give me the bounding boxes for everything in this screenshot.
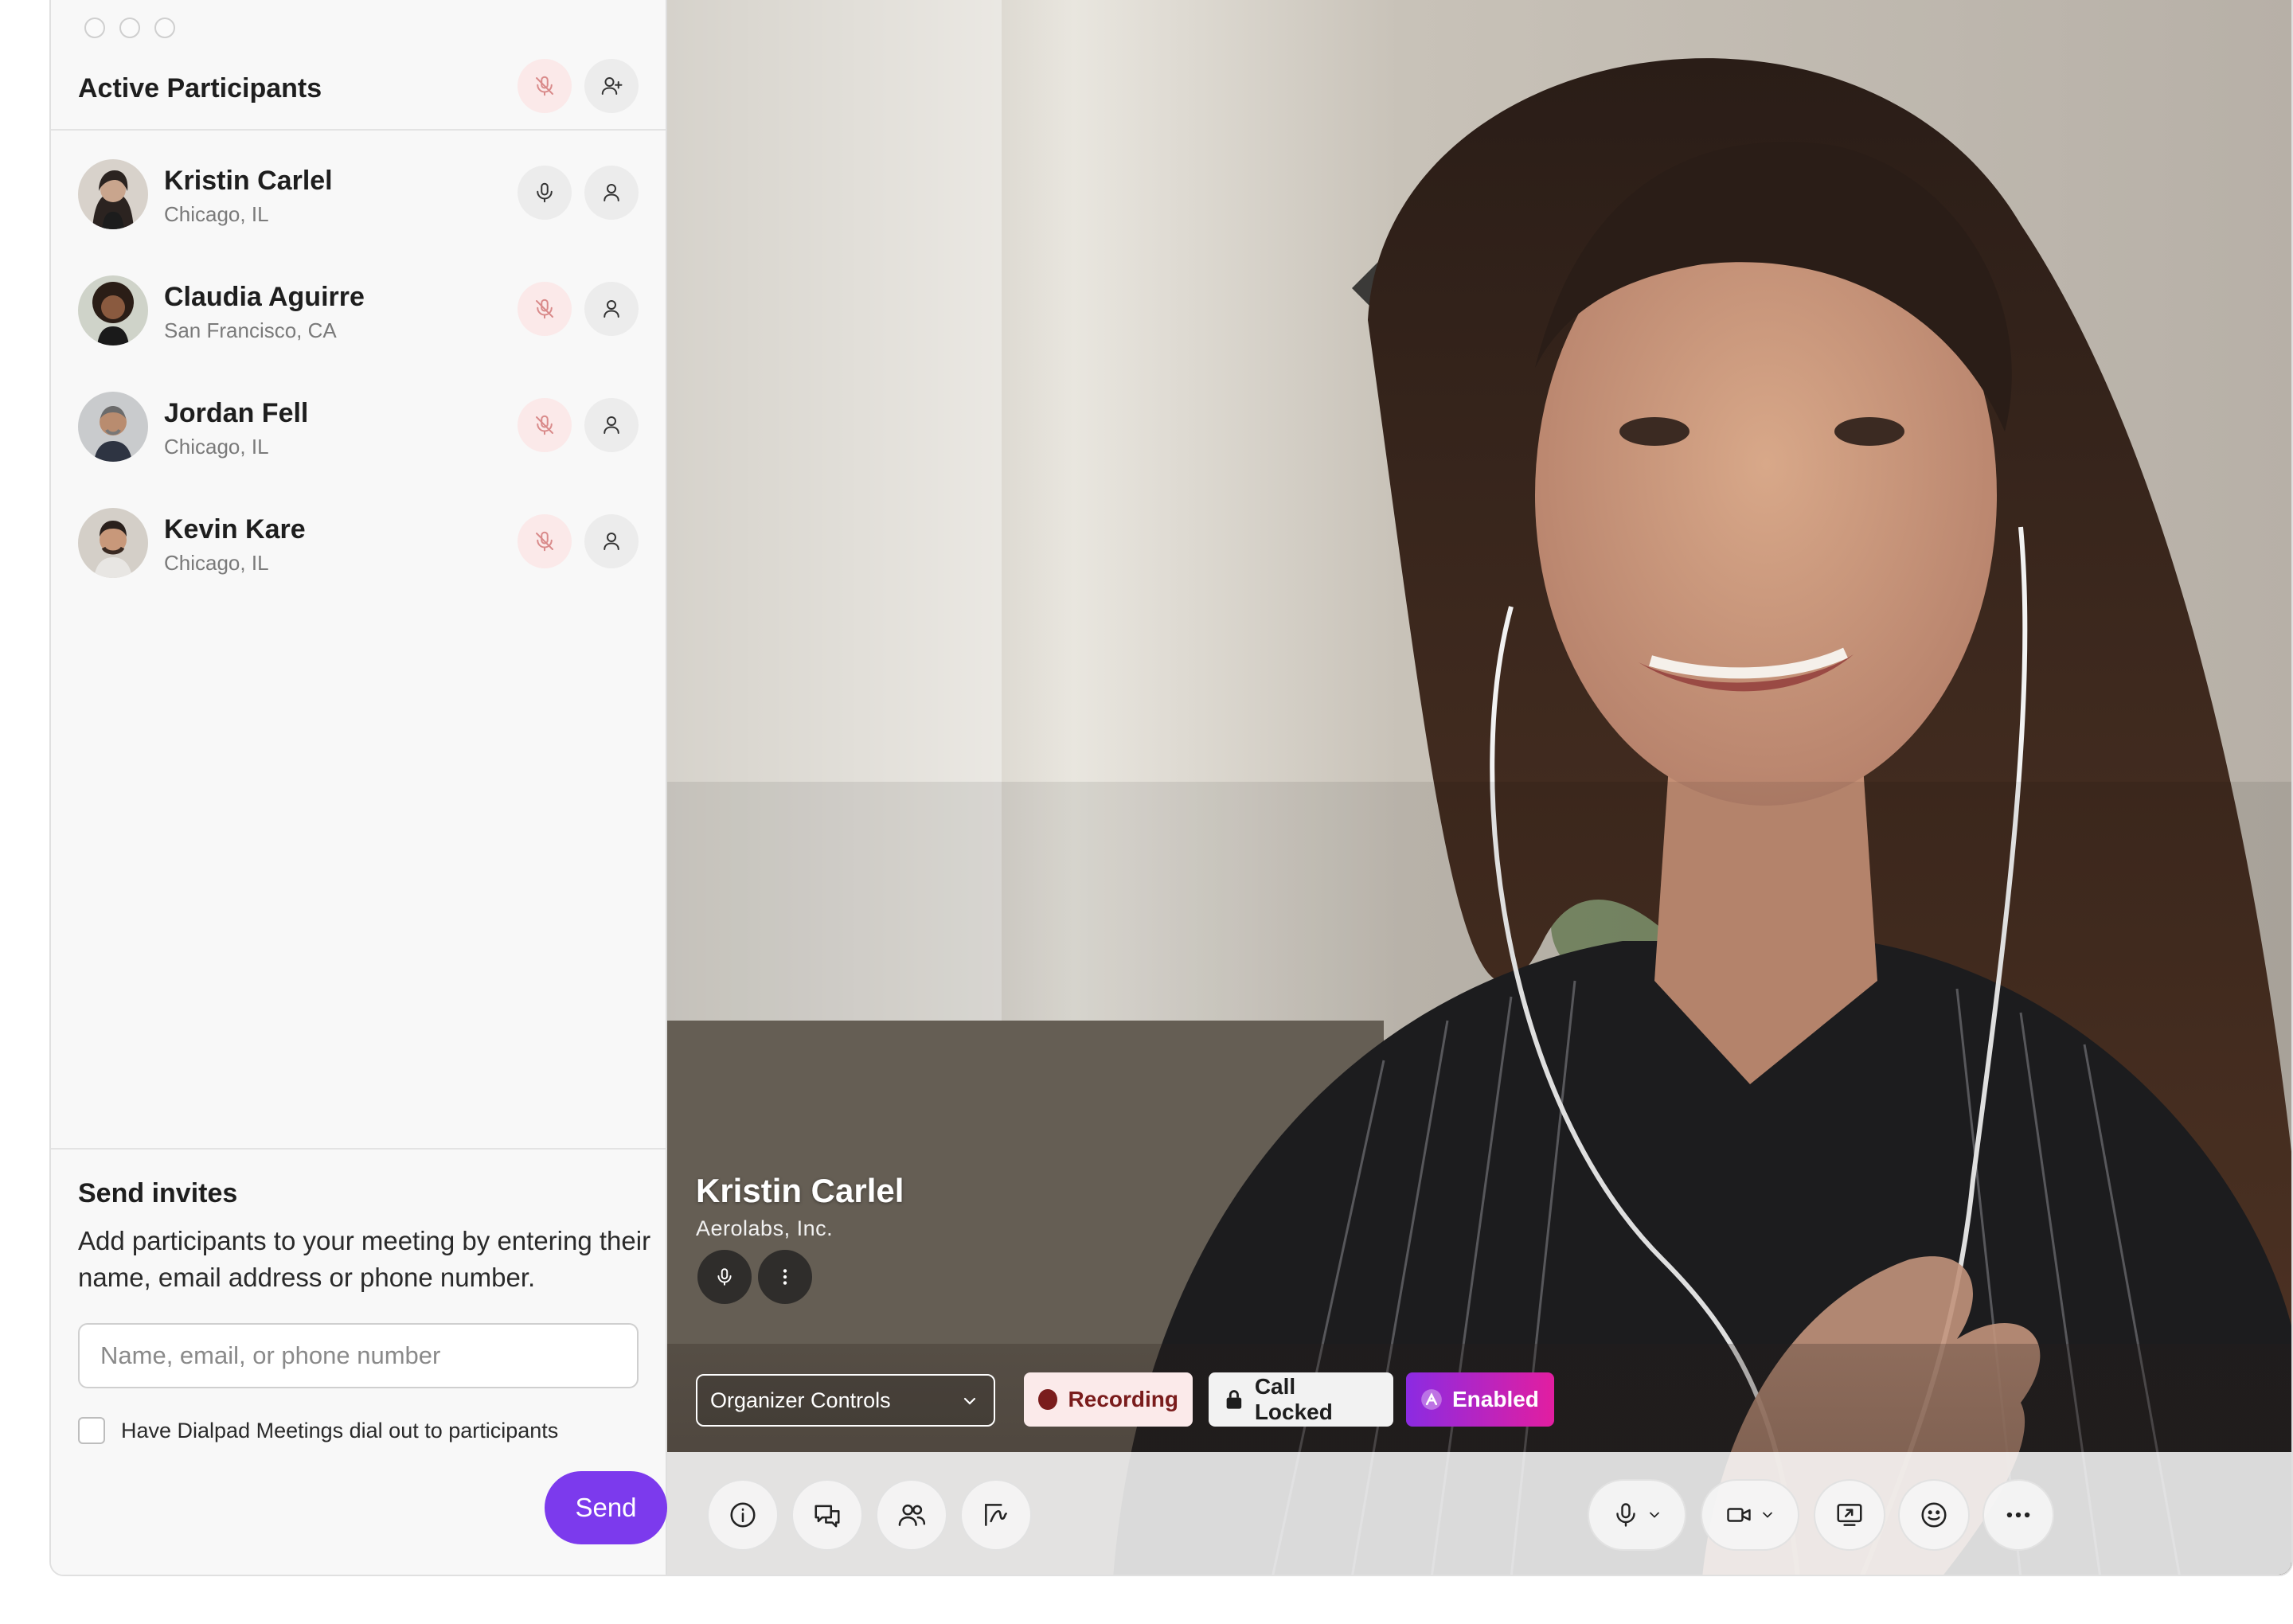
more-vertical-icon	[783, 1269, 787, 1285]
speaker-organization: Aerolabs, Inc.	[696, 1216, 834, 1240]
camera-menu-button[interactable]	[1701, 1479, 1799, 1551]
more-options-button[interactable]	[1982, 1479, 2054, 1551]
participants-icon	[898, 1504, 926, 1526]
dial-out-checkbox[interactable]	[78, 1417, 105, 1444]
more-icon	[2006, 1512, 2030, 1518]
participants-button[interactable]	[876, 1479, 947, 1551]
chat-icon	[814, 1505, 840, 1528]
mute-participant-button[interactable]	[518, 166, 572, 220]
avatar	[78, 508, 148, 578]
invites-description: Add participants to your meeting by ente…	[78, 1226, 651, 1292]
participant-profile-button[interactable]	[584, 282, 639, 336]
chevron-down-icon	[1763, 1512, 1772, 1518]
meeting-toolbar	[667, 1452, 2291, 1575]
avatar	[78, 275, 148, 345]
unmute-participant-button[interactable]	[518, 398, 572, 452]
user-icon	[604, 533, 619, 550]
invite-input[interactable]	[78, 1323, 639, 1388]
participant-row[interactable]: Jordan Fell Chicago, IL	[51, 366, 666, 482]
screen-share-icon	[1837, 1504, 1862, 1526]
chevron-down-icon	[963, 1397, 976, 1405]
speaker-mic-button[interactable]	[697, 1250, 752, 1304]
participant-row[interactable]: Kristin Carlel Chicago, IL	[51, 134, 666, 250]
microphone-off-icon	[536, 531, 553, 552]
organizer-controls-select[interactable]: Organizer Controls	[696, 1374, 995, 1427]
participant-name: Jordan Fell	[164, 398, 309, 428]
chat-button[interactable]	[791, 1479, 863, 1551]
microphone-icon	[537, 182, 553, 203]
participant-name: Kevin Kare	[164, 514, 306, 545]
microphone-menu-button[interactable]	[1588, 1479, 1686, 1551]
mute-all-button[interactable]	[518, 59, 572, 113]
window-controls	[84, 18, 175, 38]
lock-icon	[1226, 1390, 1242, 1409]
participant-name: Kristin Carlel	[164, 166, 333, 196]
emoji-icon	[1921, 1502, 1947, 1528]
participant-row[interactable]: Claudia Aguirre San Francisco, CA	[51, 250, 666, 366]
recording-dot-icon	[1038, 1389, 1057, 1410]
whiteboard-icon	[985, 1504, 1007, 1526]
microphone-off-icon	[536, 299, 553, 319]
camera-icon	[1727, 1508, 1751, 1522]
ai-enabled-badge[interactable]: Enabled	[1406, 1372, 1554, 1427]
speaker-video-frame	[667, 0, 2291, 1575]
chevron-down-icon	[1650, 1512, 1659, 1518]
info-button[interactable]	[707, 1479, 779, 1551]
dial-out-label: Have Dialpad Meetings dial out to partic…	[121, 1419, 559, 1442]
add-user-icon	[601, 77, 623, 95]
user-icon	[604, 416, 619, 434]
user-icon	[604, 184, 619, 201]
participant-location: Chicago, IL	[164, 202, 269, 226]
call-locked-label: Call Locked	[1254, 1374, 1333, 1424]
sidebar-header: Active Participants	[51, 41, 666, 131]
close-window-button[interactable]	[84, 18, 105, 38]
speaker-more-button[interactable]	[758, 1250, 812, 1304]
add-participant-button[interactable]	[584, 59, 639, 113]
recording-label: Recording	[1068, 1387, 1178, 1411]
speaker-name: Kristin Carlel	[696, 1172, 904, 1209]
screen-share-button[interactable]	[1814, 1479, 1885, 1551]
participant-name: Claudia Aguirre	[164, 282, 365, 312]
participant-profile-button[interactable]	[584, 398, 639, 452]
participants-sidebar: Active Participants Kristin Carlel Chica…	[51, 0, 667, 1575]
send-button[interactable]: Send	[545, 1471, 667, 1544]
participant-row[interactable]: Kevin Kare Chicago, IL	[51, 482, 666, 599]
unmute-participant-button[interactable]	[518, 282, 572, 336]
call-locked-badge[interactable]: Call Locked	[1209, 1372, 1393, 1427]
sidebar-title: Active Participants	[78, 73, 322, 103]
invites-title: Send invites	[78, 1178, 238, 1208]
ai-assistant-icon	[1421, 1389, 1442, 1410]
participant-location: San Francisco, CA	[164, 318, 337, 342]
microphone-icon	[1616, 1503, 1635, 1527]
participant-location: Chicago, IL	[164, 551, 269, 575]
enabled-label: Enabled	[1452, 1387, 1539, 1411]
info-icon	[730, 1502, 756, 1528]
minimize-window-button[interactable]	[119, 18, 140, 38]
maximize-window-button[interactable]	[154, 18, 175, 38]
microphone-off-icon	[536, 76, 553, 96]
main-video: Kristin Carlel Aerolabs, Inc. Organizer …	[667, 0, 2291, 1575]
avatar	[78, 159, 148, 229]
unmute-participant-button[interactable]	[518, 514, 572, 568]
recording-badge[interactable]: Recording	[1024, 1372, 1193, 1427]
user-icon	[604, 300, 619, 318]
microphone-icon	[717, 1268, 732, 1286]
microphone-off-icon	[536, 415, 553, 435]
organizer-controls-label: Organizer Controls	[710, 1388, 891, 1412]
avatar	[78, 392, 148, 462]
participant-profile-button[interactable]	[584, 166, 639, 220]
send-invites-panel: Send invites Add participants to your me…	[51, 1148, 667, 1575]
participant-profile-button[interactable]	[584, 514, 639, 568]
participant-location: Chicago, IL	[164, 435, 269, 459]
meeting-window: Active Participants Kristin Carlel Chica…	[49, 0, 2293, 1576]
whiteboard-button[interactable]	[960, 1479, 1032, 1551]
reactions-button[interactable]	[1898, 1479, 1970, 1551]
